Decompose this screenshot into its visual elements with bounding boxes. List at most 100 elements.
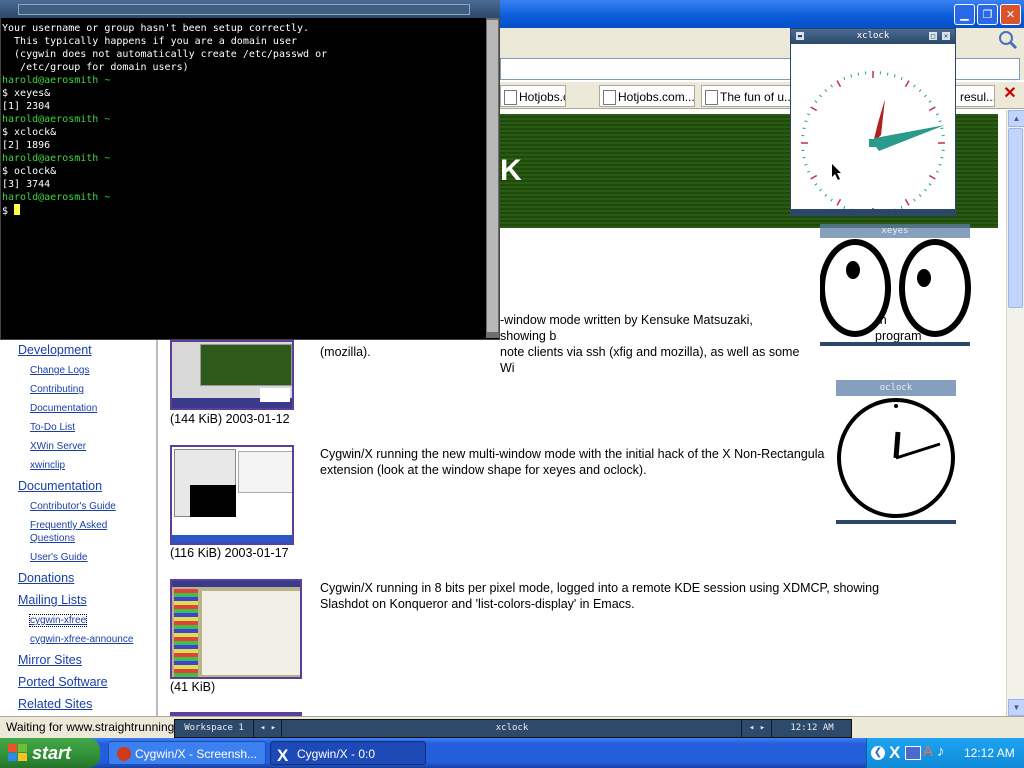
x-server-icon[interactable]: X <box>889 743 900 763</box>
nav-cygwin-xfree-announce[interactable]: cygwin-xfree-announce <box>30 634 133 645</box>
nav-documentation-sub[interactable]: Documentation <box>30 403 97 414</box>
clock-tick <box>928 100 932 103</box>
x-logo-icon: X <box>277 746 289 765</box>
close-tab-icon[interactable]: ✕ <box>1001 85 1019 103</box>
nav-faq-line2[interactable]: Questions <box>30 533 75 544</box>
search-icon[interactable] <box>996 28 1020 52</box>
nav-cygwin-xfree[interactable]: cygwin-xfree <box>28 614 88 627</box>
terminal-line: (cygwin does not automatically create /e… <box>2 49 328 60</box>
clock-tick <box>819 188 823 192</box>
maximize-icon[interactable]: □ <box>929 32 937 40</box>
network-icon[interactable] <box>905 746 921 760</box>
nav-donations[interactable]: Donations <box>18 571 74 585</box>
thumbnail-caption: (144 KiB) 2003-01-12 <box>170 412 290 426</box>
maximize-button[interactable]: ❐ <box>977 4 998 25</box>
clock-tick <box>830 84 833 88</box>
browser-tab[interactable]: Hotjobs.com... <box>599 85 695 107</box>
browser-tab[interactable]: resul... <box>955 85 995 107</box>
close-button[interactable]: ✕ <box>1000 4 1021 25</box>
terminal-line: harold@aerosmith ~ <box>2 192 111 203</box>
terminal-titlebar[interactable] <box>0 0 500 18</box>
clock-tick <box>814 183 818 186</box>
nav-mailing-lists[interactable]: Mailing Lists <box>18 593 87 607</box>
terminal-scroll-thumb[interactable] <box>487 20 498 332</box>
clock-tick <box>928 183 932 186</box>
window-arrows[interactable]: ◂ ▸ <box>741 720 772 737</box>
close-icon[interactable]: ✕ <box>942 32 950 40</box>
scroll-down-icon[interactable]: ▼ <box>1008 699 1024 716</box>
nav-xwinclip[interactable]: xwinclip <box>30 460 65 471</box>
chevron-left-icon[interactable]: ❮ <box>871 746 885 760</box>
entry-description: Cygwin/X running in 8 bits per pixel mod… <box>320 581 880 611</box>
nav-related-sites[interactable]: Related Sites <box>18 697 92 711</box>
clock-tick <box>940 127 944 130</box>
clock-tick <box>913 84 916 88</box>
entry-description-end: (mozilla). <box>320 345 371 359</box>
clock-tick <box>923 188 927 192</box>
clock-tick <box>918 193 922 197</box>
x-panel: Workspace 1 ◂ ▸ xclock ◂ ▸ 12:12 AM <box>174 719 852 738</box>
scroll-up-icon[interactable]: ▲ <box>1008 110 1024 127</box>
clock-tick <box>824 193 828 197</box>
nav-contributors-guide[interactable]: Contributor's Guide <box>30 501 116 512</box>
nav-users-guide[interactable]: User's Guide <box>30 552 88 563</box>
clock-tick <box>904 80 910 88</box>
thumbnail-caption: (116 KiB) 2003-01-17 <box>170 546 289 560</box>
clock-face-icon <box>801 71 945 211</box>
browser-tab[interactable]: The fun of u... <box>701 85 794 107</box>
terminal-line: $ xclock& <box>2 127 57 138</box>
terminal-line: harold@aerosmith ~ <box>2 75 111 86</box>
clock-tick <box>819 94 823 98</box>
oclock-icon[interactable] <box>836 396 958 526</box>
clock-tick <box>802 156 806 159</box>
taskbar-item-active[interactable]: X Cygwin/X - 0:0 <box>270 741 426 765</box>
oclock-titlebar[interactable]: oclock <box>836 380 956 396</box>
nav-xwin-server[interactable]: XWin Server <box>30 441 86 452</box>
xeyes-titlebar[interactable]: xeyes <box>820 224 970 238</box>
nav-contributing[interactable]: Contributing <box>30 384 84 395</box>
browser-tab[interactable]: Hotjobs.com... <box>500 85 566 107</box>
scroll-thumb[interactable] <box>1008 128 1023 308</box>
clock-tick <box>807 113 811 116</box>
clock-tick <box>807 170 811 173</box>
nav-todo-list[interactable]: To-Do List <box>30 422 75 433</box>
clock-tick <box>913 198 916 202</box>
nav-ported-software[interactable]: Ported Software <box>18 675 108 689</box>
active-window-label[interactable]: xclock <box>281 720 742 737</box>
clock-tick <box>886 72 889 76</box>
workspace-label[interactable]: Workspace 1 <box>175 720 253 737</box>
clock-tick <box>830 198 833 202</box>
screenshot-thumbnail[interactable] <box>170 445 294 545</box>
clock-tick <box>928 106 936 112</box>
clock-tick <box>804 120 808 123</box>
terminal-line: [3] 3744 <box>2 179 51 190</box>
terminal-line: $ <box>2 204 327 218</box>
clock-tick <box>810 106 818 112</box>
xclock-titlebar[interactable]: ▬ xclock □ ✕ <box>791 29 955 44</box>
xeyes-icon[interactable] <box>820 238 972 348</box>
screenshot-thumbnail[interactable] <box>170 340 294 410</box>
nav-development[interactable]: Development <box>18 343 92 357</box>
clock-tick <box>940 156 944 159</box>
taskbar-item[interactable]: Cygwin/X - Screensh... <box>108 741 266 765</box>
page-icon <box>705 90 718 105</box>
workspace-arrows[interactable]: ◂ ▸ <box>253 720 282 737</box>
minimize-button[interactable]: ▁ <box>954 4 975 25</box>
clock-tick <box>938 120 942 123</box>
page-icon <box>504 90 517 105</box>
clock-tick <box>850 74 853 78</box>
nav-documentation[interactable]: Documentation <box>18 479 102 493</box>
nav-change-logs[interactable]: Change Logs <box>30 365 90 376</box>
screenshot-thumbnail[interactable] <box>170 579 302 679</box>
terminal-line: This typically happens if you are a doma… <box>2 36 298 47</box>
xclock-window[interactable] <box>790 28 956 216</box>
nav-faq[interactable]: Frequently Asked <box>30 520 107 531</box>
start-button[interactable]: start <box>0 738 100 768</box>
minimize-icon[interactable]: ▬ <box>796 32 804 40</box>
app-tray-icon[interactable]: A <box>923 743 933 760</box>
minute-hand <box>873 125 945 151</box>
volume-icon[interactable]: ♪ <box>937 743 945 760</box>
nav-mirror-sites[interactable]: Mirror Sites <box>18 653 82 667</box>
terminal-line: harold@aerosmith ~ <box>2 153 111 164</box>
panel-clock: 12:12 AM <box>771 720 852 737</box>
